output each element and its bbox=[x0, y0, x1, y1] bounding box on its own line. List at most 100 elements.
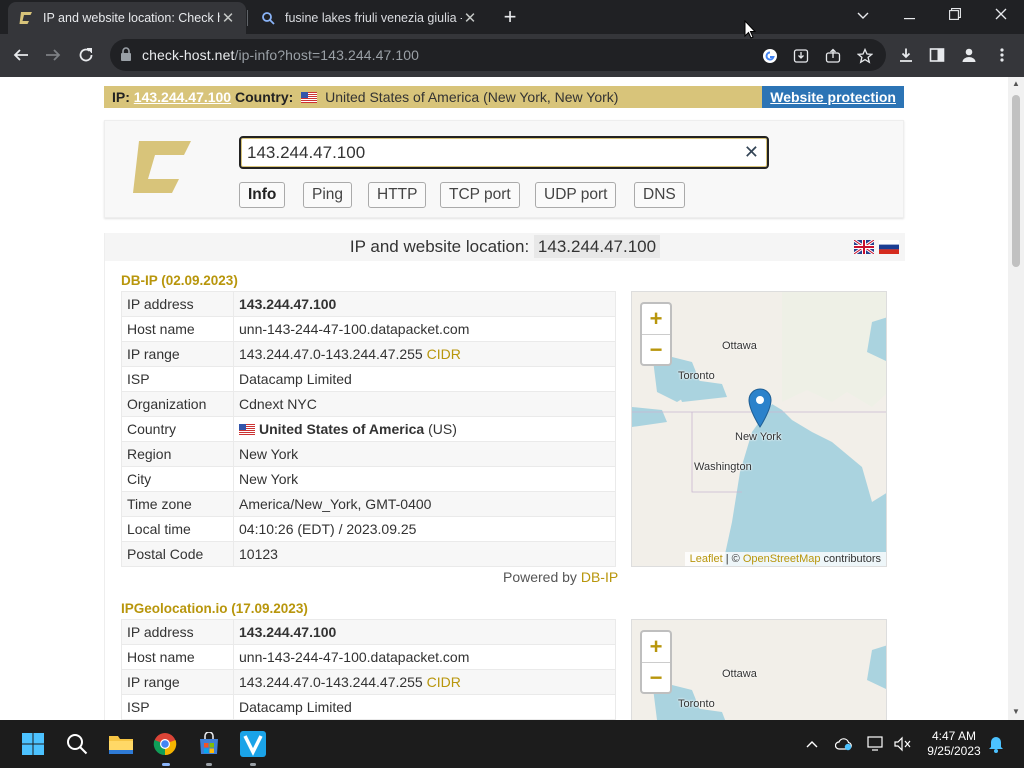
row-value: 04:10:26 (EDT) / 2023.09.25 bbox=[233, 516, 616, 542]
mouse-cursor-icon bbox=[744, 19, 757, 44]
install-app-icon[interactable] bbox=[790, 45, 812, 67]
file-explorer-icon[interactable] bbox=[106, 729, 136, 759]
osm-link[interactable]: OpenStreetMap bbox=[743, 553, 821, 565]
uk-flag-icon[interactable] bbox=[853, 238, 875, 256]
udp-port-button[interactable]: UDP port bbox=[535, 182, 617, 208]
ip-label: IP: bbox=[112, 89, 130, 105]
row-value: New York bbox=[233, 466, 616, 492]
side-panel-icon[interactable] bbox=[922, 40, 952, 70]
restore-button[interactable] bbox=[932, 0, 978, 30]
notification-bell-icon[interactable] bbox=[986, 734, 1006, 754]
google-lens-icon[interactable] bbox=[759, 45, 781, 67]
scroll-down-arrow-icon[interactable]: ▼ bbox=[1012, 707, 1020, 717]
web-page: IP: 143.244.47.100 Country: United State… bbox=[0, 77, 1008, 720]
url-text[interactable]: check-host.net/ip-info?host=143.244.47.1… bbox=[142, 47, 419, 63]
map-label-ottawa: Ottawa bbox=[722, 668, 757, 680]
close-tab-icon[interactable]: ✕ bbox=[462, 9, 478, 27]
location-map[interactable]: + − Ottawa Toronto New York Washington L… bbox=[631, 291, 887, 567]
search-icon[interactable] bbox=[62, 729, 92, 759]
volume-muted-icon[interactable] bbox=[892, 734, 912, 754]
dns-button[interactable]: DNS bbox=[634, 182, 685, 208]
map-label-ottawa: Ottawa bbox=[722, 340, 757, 352]
forward-button[interactable] bbox=[38, 40, 68, 70]
ping-button[interactable]: Ping bbox=[303, 182, 353, 208]
lock-icon[interactable] bbox=[120, 47, 134, 63]
tcp-port-button[interactable]: TCP port bbox=[440, 182, 520, 208]
tab-title: IP and website location: Check ho bbox=[43, 11, 220, 25]
close-tab-icon[interactable]: ✕ bbox=[220, 9, 236, 27]
minimize-button[interactable] bbox=[886, 0, 932, 30]
row-key: Host name bbox=[121, 644, 234, 670]
host-search-box: ✕ Info Ping HTTP TCP port UDP port DNS bbox=[104, 120, 904, 218]
tab-fusine-lakes[interactable]: fusine lakes friuli venezia giulia - ✕ bbox=[250, 2, 488, 34]
app-indicator bbox=[206, 763, 212, 766]
tab-check-host[interactable]: IP and website location: Check ho ✕ bbox=[8, 2, 246, 34]
map-zoom-control: + − bbox=[640, 630, 672, 694]
cidr-link[interactable]: CIDR bbox=[427, 346, 461, 362]
cidr-link[interactable]: CIDR bbox=[427, 674, 461, 690]
table-row: IP address 143.244.47.100 bbox=[121, 291, 616, 317]
location-map[interactable]: + − Ottawa Toronto bbox=[631, 619, 887, 720]
zoom-out-button[interactable]: − bbox=[642, 662, 670, 692]
network-icon[interactable] bbox=[866, 734, 886, 754]
new-tab-button[interactable]: + bbox=[498, 4, 522, 30]
windows-start-icon[interactable] bbox=[18, 729, 48, 759]
clear-input-icon[interactable]: ✕ bbox=[744, 142, 759, 163]
share-icon[interactable] bbox=[822, 45, 844, 67]
table-row: Postal Code 10123 bbox=[121, 541, 616, 567]
taskbar-clock[interactable]: 4:47 AM 9/25/2023 bbox=[918, 729, 990, 759]
russia-flag-icon[interactable] bbox=[879, 240, 899, 254]
menu-kebab-icon[interactable] bbox=[987, 40, 1017, 70]
leaflet-link[interactable]: Leaflet bbox=[690, 553, 723, 565]
row-key: ISP bbox=[121, 694, 234, 720]
row-value: 10123 bbox=[233, 541, 616, 567]
reload-button[interactable] bbox=[71, 40, 101, 70]
panel-heading: IP and website location: 143.244.47.100 bbox=[105, 233, 905, 261]
us-flag-icon bbox=[301, 87, 318, 103]
row-key: Country bbox=[121, 416, 234, 442]
map-label-toronto: Toronto bbox=[678, 698, 715, 710]
back-button[interactable] bbox=[6, 40, 36, 70]
dbip-link[interactable]: DB-IP bbox=[581, 569, 618, 585]
profile-avatar-icon[interactable] bbox=[954, 40, 984, 70]
check-host-logo[interactable] bbox=[133, 139, 193, 195]
zoom-in-button[interactable]: + bbox=[642, 304, 670, 334]
table-row: IP range 143.244.47.0-143.244.47.255 CIDR bbox=[121, 669, 616, 695]
chrome-icon[interactable] bbox=[150, 729, 180, 759]
info-button[interactable]: Info bbox=[239, 182, 286, 208]
row-key: IP address bbox=[121, 619, 234, 645]
zoom-out-button[interactable]: − bbox=[642, 334, 670, 364]
scroll-up-arrow-icon[interactable]: ▲ bbox=[1012, 79, 1020, 89]
host-input[interactable] bbox=[247, 141, 737, 165]
map-marker-icon[interactable] bbox=[748, 388, 772, 433]
close-window-button[interactable] bbox=[978, 0, 1024, 30]
onedrive-cloud-icon[interactable] bbox=[834, 734, 854, 754]
scrollbar-thumb[interactable] bbox=[1012, 95, 1020, 267]
tab-divider bbox=[247, 10, 248, 26]
vmware-app-icon[interactable] bbox=[238, 729, 268, 759]
tab-search-chevron-icon[interactable] bbox=[840, 0, 886, 30]
http-button[interactable]: HTTP bbox=[368, 182, 427, 208]
row-value: 143.244.47.100 bbox=[233, 619, 616, 645]
table-row: IP range 143.244.47.0-143.244.47.255 CIDR bbox=[121, 341, 616, 367]
ip-link[interactable]: 143.244.47.100 bbox=[134, 89, 231, 105]
row-key: Time zone bbox=[121, 491, 234, 517]
dbip-info-table: IP address 143.244.47.100 Host name unn-14… bbox=[121, 291, 616, 567]
microsoft-store-icon[interactable] bbox=[194, 729, 224, 759]
address-bar[interactable]: check-host.net/ip-info?host=143.244.47.1… bbox=[110, 39, 886, 71]
map-label-toronto: Toronto bbox=[678, 370, 715, 382]
map-zoom-control: + − bbox=[640, 302, 672, 366]
website-protection-link[interactable]: Website protection bbox=[762, 86, 904, 108]
show-hidden-icons-chevron-icon[interactable] bbox=[802, 734, 822, 754]
search-favicon-icon bbox=[260, 10, 276, 26]
downloads-icon[interactable] bbox=[891, 40, 921, 70]
bookmark-star-icon[interactable] bbox=[854, 45, 876, 67]
table-row: ISP Datacamp Limited bbox=[121, 694, 616, 720]
zoom-in-button[interactable]: + bbox=[642, 632, 670, 662]
clock-date: 9/25/2023 bbox=[927, 744, 981, 758]
row-key: Host name bbox=[121, 316, 234, 342]
clock-time: 4:47 AM bbox=[931, 729, 977, 743]
vertical-scrollbar[interactable]: ▲ ▼ bbox=[1008, 77, 1024, 720]
row-key: City bbox=[121, 466, 234, 492]
ipgeolocation-info-table: IP address 143.244.47.100 Host name unn-14… bbox=[121, 619, 616, 720]
